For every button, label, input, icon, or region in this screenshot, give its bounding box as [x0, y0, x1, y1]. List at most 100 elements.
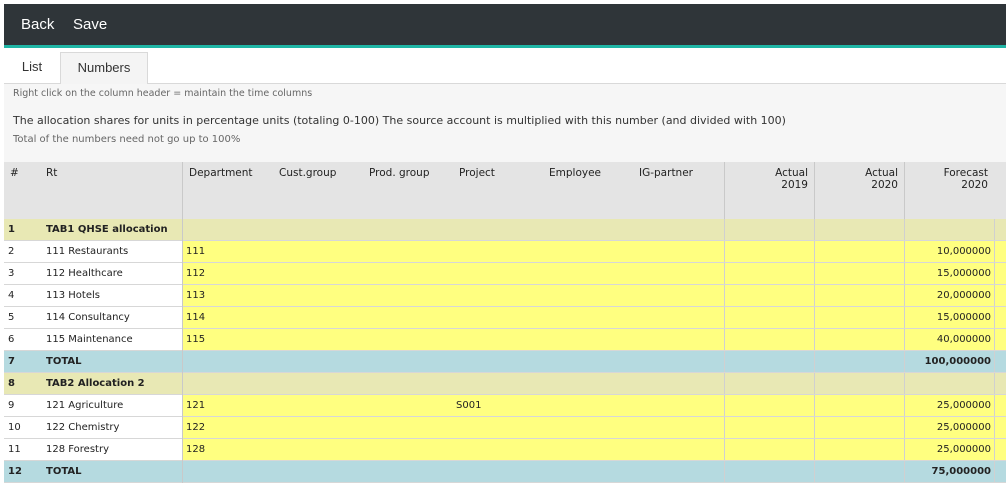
tab-list[interactable]: List [10, 52, 54, 82]
cell-filler[interactable] [994, 417, 1006, 438]
cell-ig-partner[interactable] [633, 395, 724, 416]
cell-forecast-2020[interactable]: 25,000000 [904, 395, 994, 416]
cell-employee[interactable] [543, 395, 633, 416]
cell-actual-2020[interactable] [814, 395, 904, 416]
cell-project[interactable] [453, 439, 543, 460]
cell-prod-group[interactable] [363, 417, 453, 438]
cell-employee[interactable] [543, 263, 633, 284]
col-header-department[interactable]: Department [183, 162, 273, 219]
cell-forecast-2020[interactable]: 40,000000 [904, 329, 994, 350]
col-header-ig-partner[interactable]: IG-partner [633, 162, 723, 219]
cell-department[interactable]: 114 [183, 307, 273, 328]
cell-project[interactable] [453, 307, 543, 328]
cell-prod-group[interactable] [363, 263, 453, 284]
cell-actual-2020[interactable] [814, 417, 904, 438]
cell-actual-2019[interactable] [724, 329, 814, 350]
cell-cust-group[interactable] [273, 395, 363, 416]
cell-department[interactable]: 121 [183, 395, 273, 416]
cell-filler[interactable] [994, 263, 1006, 284]
cell-actual-2019[interactable] [724, 307, 814, 328]
cell-ig-partner[interactable] [633, 417, 724, 438]
cell-forecast-2020[interactable]: 10,000000 [904, 241, 994, 262]
cell-actual-2020 [814, 461, 904, 482]
col-header-project[interactable]: Project [453, 162, 543, 219]
cell-actual-2019[interactable] [724, 241, 814, 262]
cell-actual-2019[interactable] [724, 395, 814, 416]
cell-department[interactable]: 113 [183, 285, 273, 306]
cell-actual-2019[interactable] [724, 285, 814, 306]
cell-ig-partner[interactable] [633, 241, 724, 262]
cell-rt: 111 Restaurants [40, 241, 182, 262]
cell-employee[interactable] [543, 285, 633, 306]
cell-project[interactable] [453, 241, 543, 262]
cell-cust-group[interactable] [273, 439, 363, 460]
col-header-actual-2019[interactable]: Actual 2019 [724, 162, 814, 219]
cell-cust-group[interactable] [273, 329, 363, 350]
cell-actual-2020[interactable] [814, 285, 904, 306]
cell-actual-2019[interactable] [724, 417, 814, 438]
cell-actual-2020[interactable] [814, 263, 904, 284]
cell-ig-partner [633, 219, 724, 240]
cell-forecast-2020[interactable]: 20,000000 [904, 285, 994, 306]
cell-forecast-2020[interactable]: 15,000000 [904, 307, 994, 328]
cell-filler[interactable] [994, 439, 1006, 460]
cell-department[interactable]: 115 [183, 329, 273, 350]
cell-actual-2019[interactable] [724, 439, 814, 460]
cell-cust-group[interactable] [273, 241, 363, 262]
col-header-cust-group[interactable]: Cust.group [273, 162, 363, 219]
cell-employee[interactable] [543, 241, 633, 262]
col-header-employee[interactable]: Employee [543, 162, 633, 219]
cell-cust-group[interactable] [273, 285, 363, 306]
cell-ig-partner[interactable] [633, 329, 724, 350]
cell-prod-group[interactable] [363, 285, 453, 306]
cell-ig-partner[interactable] [633, 307, 724, 328]
cell-employee[interactable] [543, 417, 633, 438]
cell-department[interactable]: 111 [183, 241, 273, 262]
cell-ig-partner[interactable] [633, 263, 724, 284]
cell-filler[interactable] [994, 395, 1006, 416]
back-button[interactable]: Back [21, 14, 54, 36]
cell-department[interactable]: 112 [183, 263, 273, 284]
tab-numbers[interactable]: Numbers [60, 52, 148, 84]
cell-project[interactable] [453, 263, 543, 284]
cell-department[interactable]: 128 [183, 439, 273, 460]
cell-cust-group[interactable] [273, 307, 363, 328]
cell-employee[interactable] [543, 307, 633, 328]
cell-prod-group[interactable] [363, 241, 453, 262]
cell-forecast-2020[interactable]: 25,000000 [904, 439, 994, 460]
cell-project[interactable] [453, 417, 543, 438]
cell-actual-2020[interactable] [814, 439, 904, 460]
save-button[interactable]: Save [73, 14, 107, 36]
cell-prod-group[interactable] [363, 395, 453, 416]
col-header-actual-2020[interactable]: Actual 2020 [814, 162, 904, 219]
cell-ig-partner[interactable] [633, 439, 724, 460]
cell-actual-2020[interactable] [814, 329, 904, 350]
cell-num: 6 [4, 329, 40, 350]
cell-actual-2020[interactable] [814, 241, 904, 262]
cell-ig-partner[interactable] [633, 285, 724, 306]
cell-project[interactable] [453, 329, 543, 350]
cell-filler[interactable] [994, 307, 1006, 328]
cell-filler[interactable] [994, 329, 1006, 350]
cell-forecast-2020[interactable]: 25,000000 [904, 417, 994, 438]
cell-employee[interactable] [543, 439, 633, 460]
col-header-forecast-2020[interactable]: Forecast 2020 [904, 162, 994, 219]
cell-filler[interactable] [994, 285, 1006, 306]
col-header-num[interactable]: # [4, 162, 34, 219]
cell-department[interactable]: 122 [183, 417, 273, 438]
cell-cust-group[interactable] [273, 417, 363, 438]
cell-prod-group[interactable] [363, 329, 453, 350]
cell-actual-2020[interactable] [814, 307, 904, 328]
cell-actual-2019[interactable] [724, 263, 814, 284]
cell-prod-group[interactable] [363, 307, 453, 328]
cell-rt: 115 Maintenance [40, 329, 182, 350]
cell-prod-group[interactable] [363, 439, 453, 460]
cell-employee[interactable] [543, 329, 633, 350]
cell-cust-group[interactable] [273, 263, 363, 284]
cell-filler[interactable] [994, 241, 1006, 262]
cell-project[interactable]: S001 [453, 395, 543, 416]
col-header-prod-group[interactable]: Prod. group [363, 162, 453, 219]
cell-project[interactable] [453, 285, 543, 306]
cell-forecast-2020[interactable]: 15,000000 [904, 263, 994, 284]
col-header-rt[interactable]: Rt [40, 162, 180, 219]
